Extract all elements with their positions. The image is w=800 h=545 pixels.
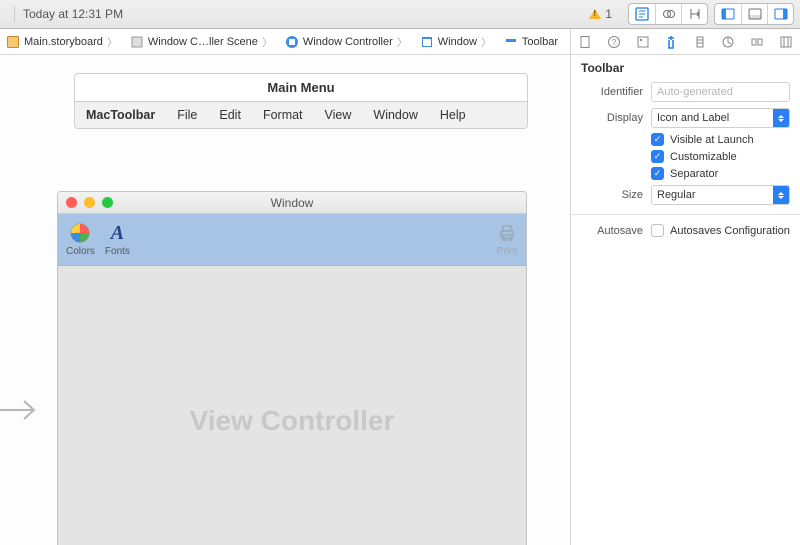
autosave-row: Autosave Autosaves Configuration [571, 221, 800, 240]
bindings-inspector-icon[interactable] [746, 31, 768, 53]
bottom-panel-icon[interactable] [741, 4, 767, 24]
fonts-icon: A [106, 222, 128, 244]
menu-item-app[interactable]: MacToolbar [75, 102, 166, 128]
left-panel-icon[interactable] [715, 4, 741, 24]
editor-mode-segmented[interactable] [628, 3, 708, 25]
assistant-editor-icon[interactable] [655, 4, 681, 24]
size-select[interactable]: Regular [651, 185, 790, 205]
checkbox-on-icon[interactable]: ✓ [651, 167, 664, 180]
visible-at-launch-row[interactable]: ✓ Visible at Launch [571, 131, 800, 148]
standard-editor-icon[interactable] [629, 4, 655, 24]
connections-inspector-icon[interactable] [717, 31, 739, 53]
menu-item-help[interactable]: Help [429, 102, 477, 128]
jump-bar[interactable]: Main.storyboard〉 Window C…ller Scene〉 Wi… [0, 29, 570, 54]
window-title-text: Window [58, 196, 526, 210]
menu-item-file[interactable]: File [166, 102, 208, 128]
menu-item-view[interactable]: View [314, 102, 363, 128]
right-panel-icon[interactable] [767, 4, 793, 24]
menu-item-format[interactable]: Format [252, 102, 314, 128]
svg-text:?: ? [612, 38, 617, 47]
crumb-window-controller[interactable]: Window Controller〉 [279, 29, 414, 54]
crumb-window[interactable]: Window〉 [414, 29, 498, 54]
inspector-tab-bar[interactable]: ? [570, 29, 800, 54]
storyboard-icon [6, 35, 20, 49]
size-label: Size [581, 189, 643, 201]
warning-indicator[interactable]: 1 [589, 7, 612, 21]
inspector-divider [571, 214, 800, 215]
view-controller-label: View Controller [190, 405, 395, 437]
attributes-inspector-panel: Toolbar Identifier Auto-generated Displa… [570, 55, 800, 545]
menu-item-edit[interactable]: Edit [208, 102, 252, 128]
inspector-section-title: Toolbar [571, 55, 800, 79]
identity-inspector-icon[interactable] [632, 31, 654, 53]
toolbar-item-print[interactable]: Print [496, 222, 518, 257]
file-inspector-icon[interactable] [574, 31, 596, 53]
crumb-scene[interactable]: Window C…ller Scene〉 [124, 29, 279, 54]
window-controller-icon [285, 35, 299, 49]
segue-arrow-icon [0, 395, 42, 428]
display-label: Display [581, 112, 643, 124]
identifier-field[interactable]: Auto-generated [651, 82, 790, 102]
version-editor-icon[interactable] [681, 4, 707, 24]
toolbar-item-fonts[interactable]: A Fonts [105, 222, 130, 257]
identifier-label: Identifier [581, 86, 643, 98]
window-toolbar[interactable]: Colors A Fonts Print [58, 214, 526, 266]
crumb-toolbar[interactable]: Toolbar [498, 29, 564, 54]
window-titlebar: Window [58, 192, 526, 214]
window-icon [420, 35, 434, 49]
build-status-text: Today at 12:31 PM [23, 7, 123, 21]
checkbox-on-icon[interactable]: ✓ [651, 150, 664, 163]
scene-icon [130, 35, 144, 49]
toolbar-icon [504, 35, 518, 49]
menu-items-row: MacToolbar File Edit Format View Window … [75, 102, 527, 128]
chevron-updown-icon [773, 186, 789, 204]
window-object[interactable]: Window Colors A Fonts Print View Control… [57, 191, 527, 545]
titlebar-separator [14, 6, 15, 22]
checkbox-on-icon[interactable]: ✓ [651, 133, 664, 146]
colors-icon [69, 222, 91, 244]
toolbar-item-colors[interactable]: Colors [66, 222, 95, 257]
warning-count: 1 [605, 7, 612, 21]
main-menu-object[interactable]: Main Menu MacToolbar File Edit Format Vi… [74, 73, 528, 129]
checkbox-off-icon[interactable] [651, 224, 664, 237]
help-inspector-icon[interactable]: ? [603, 31, 625, 53]
storyboard-canvas[interactable]: Main Menu MacToolbar File Edit Format Vi… [0, 55, 570, 545]
menu-item-window[interactable]: Window [362, 102, 428, 128]
chevron-updown-icon [773, 109, 789, 127]
display-row: Display Icon and Label [571, 105, 800, 131]
main-menu-title: Main Menu [75, 74, 527, 102]
crumb-storyboard[interactable]: Main.storyboard〉 [0, 29, 124, 54]
xcode-titlebar: Today at 12:31 PM 1 [0, 0, 800, 29]
display-select[interactable]: Icon and Label [651, 108, 790, 128]
autosave-label: Autosave [581, 225, 643, 237]
size-inspector-icon[interactable] [689, 31, 711, 53]
print-icon [496, 222, 518, 244]
warning-icon [589, 9, 601, 19]
panel-visibility-segmented[interactable] [714, 3, 794, 25]
identifier-row: Identifier Auto-generated [571, 79, 800, 105]
size-row: Size Regular [571, 182, 800, 208]
customizable-row[interactable]: ✓ Customizable [571, 148, 800, 165]
window-content[interactable]: View Controller [58, 266, 526, 545]
effects-inspector-icon[interactable] [775, 31, 797, 53]
separator-row[interactable]: ✓ Separator [571, 165, 800, 182]
attributes-inspector-icon[interactable] [660, 31, 682, 53]
